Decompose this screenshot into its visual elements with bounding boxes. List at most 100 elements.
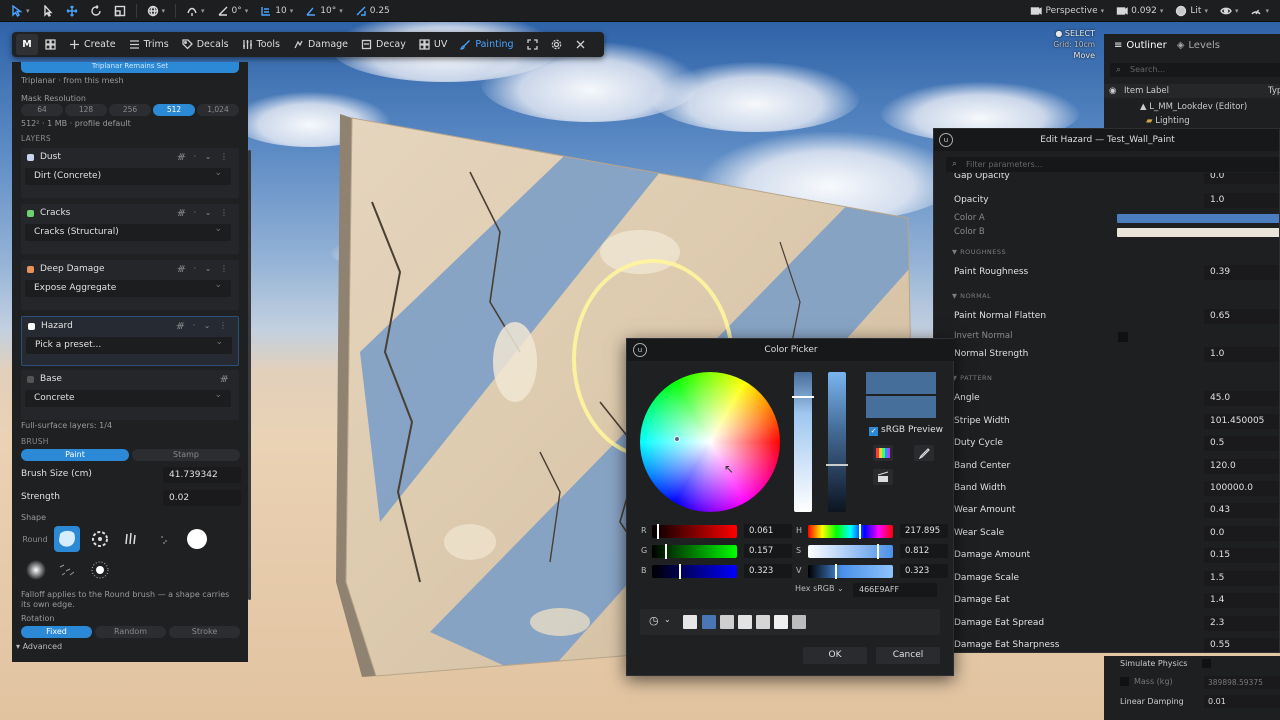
param-band-width[interactable]: Band Width 100000.0 — [934, 479, 1279, 499]
resolution-512-button[interactable]: 512 — [153, 104, 195, 116]
layer-hazard[interactable]: Hazard ᚍ · ⌄ ⋮ Pick a preset... — [21, 316, 239, 366]
roughness-section[interactable]: ▼ ROUGHNESS — [952, 248, 1006, 256]
param-paint-normal-flatten[interactable]: Paint Normal Flatten 0.65 — [934, 307, 1279, 327]
shape-round-button[interactable]: Round — [21, 526, 49, 552]
recent-color-swatch[interactable] — [683, 615, 697, 629]
layer-controls[interactable]: ᚍ · ⌄ ⋮ — [177, 321, 230, 330]
layer-base[interactable]: Base ᚍ Concrete — [21, 370, 239, 420]
layer-cracks[interactable]: Cracks ᚍ · ⌄ ⋮ Cracks (Structural) — [21, 204, 239, 254]
pattern-section[interactable]: ▼ PATTERN — [952, 374, 992, 382]
recent-color-swatch[interactable] — [792, 615, 806, 629]
shape-disc-button[interactable] — [184, 526, 210, 552]
hue-slider-handle[interactable] — [859, 524, 861, 539]
shape-streak-button[interactable] — [118, 526, 144, 552]
chevron-down-icon[interactable]: ⌄ — [664, 615, 671, 624]
tools-button[interactable]: Tools — [236, 34, 286, 55]
resolution-256-button[interactable]: 256 — [109, 104, 151, 116]
linear-damping-input[interactable]: 0.01 — [1204, 695, 1280, 708]
param-color-a[interactable]: Color A — [934, 211, 1279, 225]
color-wheel-cursor[interactable] — [674, 436, 680, 442]
viewport-options-button[interactable]: ▾ — [1245, 1, 1274, 21]
recent-color-swatch[interactable] — [702, 615, 716, 629]
layer-controls[interactable]: ᚍ — [220, 374, 231, 383]
blue-slider[interactable] — [652, 564, 737, 579]
hue-slider[interactable] — [808, 524, 893, 539]
rotation-stroke-toggle[interactable]: Stroke — [169, 626, 240, 638]
rotate-tool-button[interactable] — [85, 1, 107, 21]
param-wear-amount[interactable]: Wear Amount 0.43 — [934, 501, 1279, 521]
simulate-physics-checkbox[interactable] — [1202, 659, 1211, 668]
layer-controls[interactable]: ᚍ · ⌄ ⋮ — [178, 152, 231, 161]
settings-button[interactable] — [545, 34, 568, 55]
surface-snap-button[interactable]: ▾ — [181, 1, 210, 21]
param-normal-strength[interactable]: Normal Strength 1.0 — [934, 345, 1279, 365]
layer-preset-dropdown[interactable]: Expose Aggregate — [25, 277, 231, 297]
view-mode-dropdown[interactable]: Lit ▾ — [1170, 1, 1213, 21]
trims-button[interactable]: Trims — [123, 34, 175, 55]
create-button[interactable]: Create — [63, 34, 122, 55]
param-gap-opacity[interactable]: Gap Opacity 0.0 — [934, 173, 1279, 185]
grid-snap-button[interactable]: 10 ▾ — [255, 1, 298, 21]
param-damage-eat-spread[interactable]: Damage Eat Spread 2.3 — [934, 614, 1279, 634]
camera-speed-dropdown[interactable]: 0.092 ▾ — [1111, 1, 1168, 21]
blue-slider-handle[interactable] — [679, 564, 681, 579]
world-space-button[interactable]: ▾ — [142, 1, 171, 21]
color-a-swatch[interactable] — [1117, 214, 1279, 223]
value-bar[interactable] — [826, 372, 848, 512]
layer-preset-dropdown[interactable]: Cracks (Structural) — [25, 221, 231, 241]
recent-color-swatch[interactable] — [756, 615, 770, 629]
triplanar-button[interactable]: Triplanar Remains Set — [21, 62, 239, 73]
normal-section[interactable]: ▼ NORMAL — [952, 292, 991, 300]
layer-deep-damage[interactable]: Deep Damage ᚍ · ⌄ ⋮ Expose Aggregate — [21, 260, 239, 310]
scale-tool-button[interactable] — [109, 1, 131, 21]
layer-preset-dropdown[interactable]: Dirt (Concrete) — [25, 165, 231, 185]
param-damage-eat-sharpness[interactable]: Damage Eat Sharpness 0.55 — [934, 636, 1279, 652]
resolution-128-button[interactable]: 128 — [65, 104, 107, 116]
value-input[interactable]: 0.323 — [900, 564, 948, 578]
filter-parameters-input[interactable]: Filter parameters... — [946, 157, 1279, 172]
param-damage-eat[interactable]: Damage Eat 1.4 — [934, 591, 1279, 611]
decals-button[interactable]: Decals — [176, 34, 235, 55]
ok-button[interactable]: OK — [803, 647, 867, 664]
mass-override-checkbox[interactable] — [1120, 677, 1129, 686]
layer-controls[interactable]: ᚍ · ⌄ ⋮ — [178, 264, 231, 273]
show-flags-dropdown[interactable]: ▾ — [1215, 1, 1244, 21]
grid-menu-button[interactable] — [39, 34, 62, 55]
resolution-1024-button[interactable]: 1,024 — [197, 104, 239, 116]
green-input[interactable]: 0.157 — [744, 544, 792, 558]
panel-scrollbar[interactable] — [248, 150, 251, 600]
history-clock-icon[interactable]: ◷ — [649, 614, 659, 627]
brush-size-input[interactable]: 41.739342 — [163, 467, 241, 483]
green-slider-handle[interactable] — [665, 544, 667, 559]
move-tool-button[interactable] — [61, 1, 83, 21]
recent-color-swatch[interactable] — [720, 615, 734, 629]
rotation-fixed-toggle[interactable]: Fixed — [21, 626, 92, 638]
outliner-row-folder[interactable]: ▰ Lighting — [1146, 116, 1190, 126]
hex-input[interactable]: 466E9AFF — [853, 583, 937, 597]
rotation-snap-button[interactable]: 10° ▾ — [300, 1, 347, 21]
modeling-mode-logo[interactable]: M — [16, 34, 38, 55]
color-spectrum-button[interactable] — [873, 445, 893, 461]
layer-dust[interactable]: Dust ᚍ · ⌄ ⋮ Dirt (Concrete) — [21, 148, 239, 198]
outliner-search-input[interactable]: Search... — [1110, 63, 1280, 77]
hue-input[interactable]: 217.895 — [900, 524, 948, 538]
red-slider[interactable] — [652, 524, 737, 539]
decay-button[interactable]: Decay — [355, 34, 412, 55]
green-slider[interactable] — [652, 544, 737, 559]
maximize-button[interactable] — [521, 34, 544, 55]
red-input[interactable]: 0.061 — [744, 524, 792, 538]
param-wear-scale[interactable]: Wear Scale 0.0 — [934, 524, 1279, 544]
select-tool-button[interactable] — [37, 1, 59, 21]
tab-levels[interactable]: ◈ Levels — [1177, 40, 1220, 51]
color-wheel[interactable] — [640, 372, 780, 512]
layer-controls[interactable]: ᚍ · ⌄ ⋮ — [178, 208, 231, 217]
brush-stamp-toggle[interactable]: Stamp — [132, 449, 240, 461]
shape-sparkle-button[interactable] — [87, 557, 113, 583]
param-paint-roughness[interactable]: Paint Roughness 0.39 — [934, 263, 1279, 283]
value-slider-handle[interactable] — [835, 564, 837, 579]
param-band-center[interactable]: Band Center 120.0 — [934, 457, 1279, 477]
scale-snap-button[interactable]: 0.25 — [350, 1, 395, 21]
saturation-bar[interactable] — [792, 372, 814, 512]
mass-input[interactable]: 389898.59375 — [1204, 676, 1280, 689]
uv-button[interactable]: UV — [413, 34, 453, 55]
